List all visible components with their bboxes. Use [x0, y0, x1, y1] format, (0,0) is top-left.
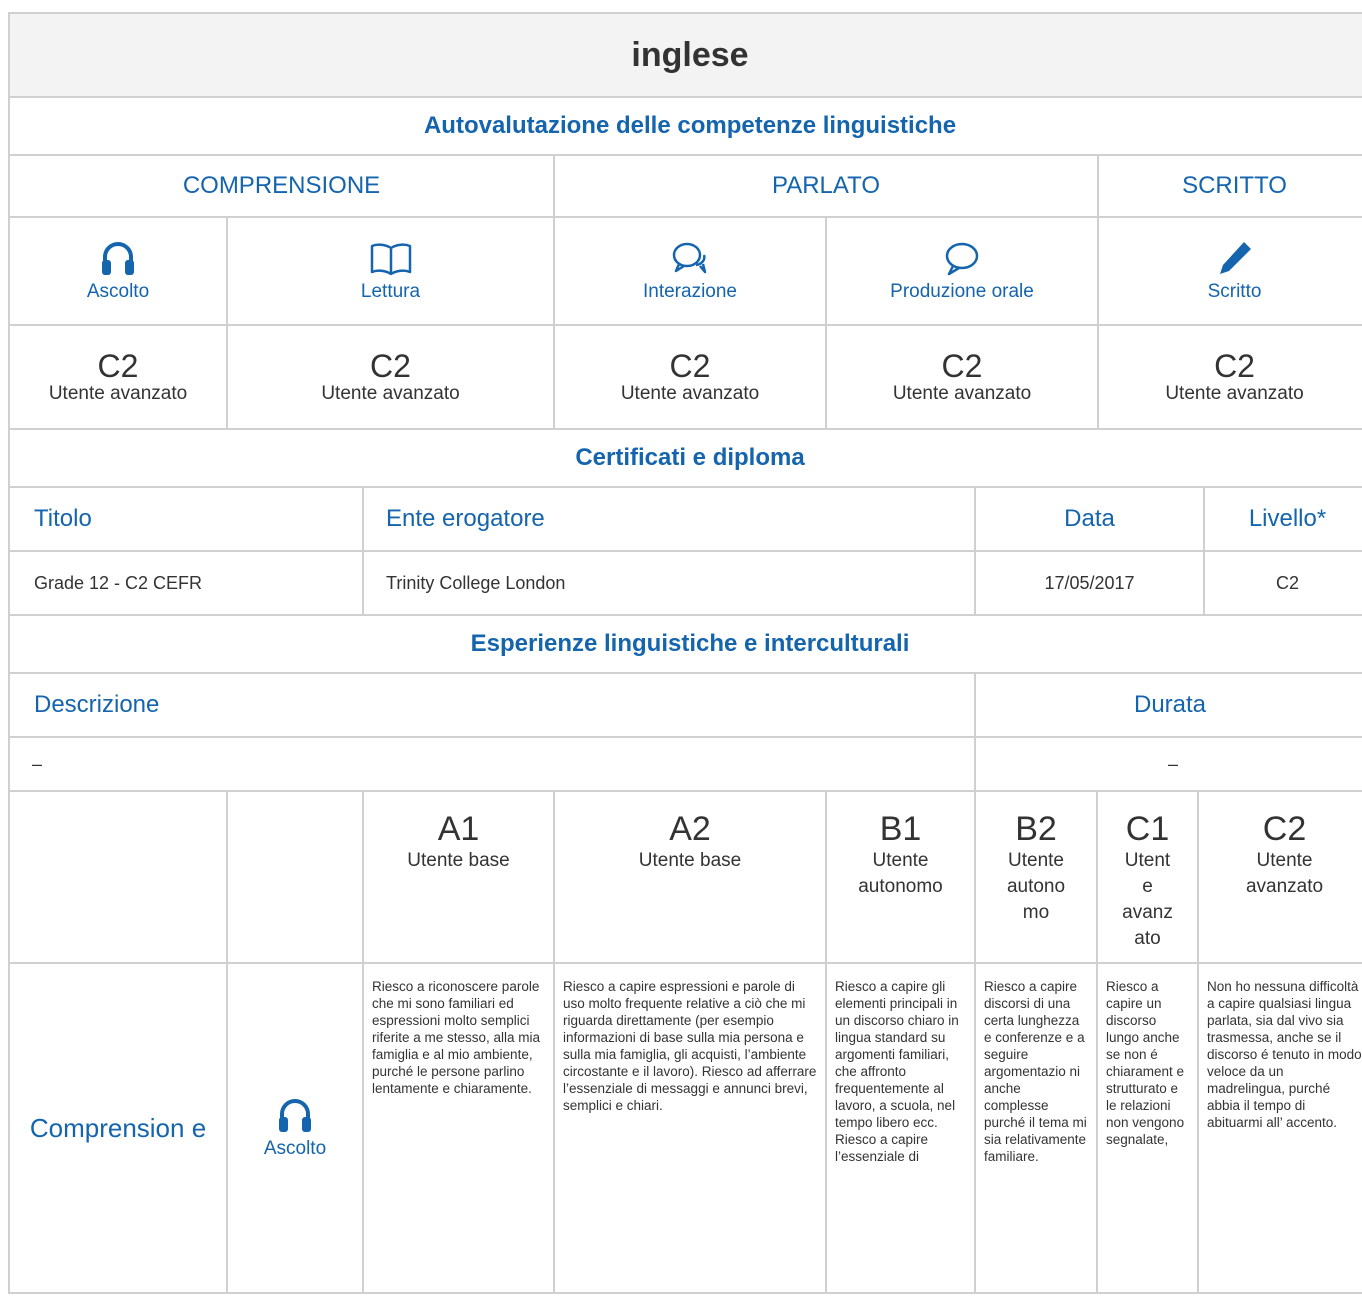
- experiences-table: Esperienze linguistiche e interculturali…: [8, 614, 1362, 792]
- cert-date: 17/05/2017: [974, 550, 1205, 616]
- certificates-table: Certificati e diploma Titolo Ente erogat…: [8, 428, 1362, 616]
- descriptor-a1: Riesco a riconoscere parole che mi sono …: [362, 962, 555, 1294]
- skill-produzione-orale: Produzione orale: [825, 216, 1099, 326]
- skill-scritto: Scritto: [1096, 216, 1362, 326]
- grid-corner-2: [226, 790, 364, 964]
- language-section: inglese Autovalutazione delle competenze…: [8, 12, 1362, 1312]
- cert-level: C2: [1202, 550, 1362, 616]
- level-ascolto: C2 Utente avanzato: [8, 324, 228, 430]
- col-titolo: Titolo: [8, 486, 364, 552]
- self-assessment-heading: Autovalutazione delle competenze linguis…: [8, 96, 1362, 156]
- skill-label: Ascolto: [86, 281, 150, 302]
- level-scritto: C2 Utente avanzato: [1096, 324, 1362, 430]
- table-row: – –: [8, 736, 1362, 792]
- table-row: Grade 12 - C2 CEFR Trinity College Londo…: [8, 550, 1362, 616]
- skill-label: Produzione orale: [890, 281, 1034, 302]
- headphones-icon: [279, 1099, 311, 1132]
- group-comprensione: COMPRENSIONE: [8, 154, 555, 218]
- grid-level-c2: C2 Utente avanzato: [1197, 790, 1362, 964]
- cefr-grid: A1 Utente base A2 Utente base B1 Utente aut…: [8, 790, 1362, 1294]
- cert-issuer: Trinity College London: [362, 550, 976, 616]
- descriptor-c1: Riesco a capire un discorso lungo anche …: [1096, 962, 1199, 1294]
- exp-description: –: [8, 736, 976, 792]
- col-data: Data: [974, 486, 1205, 552]
- grid-level-b2: B2 Utente autono mo: [974, 790, 1098, 964]
- pencil-icon: [1219, 242, 1251, 274]
- group-parlato: PARLATO: [553, 154, 1099, 218]
- level-lettura: C2 Utente avanzato: [226, 324, 555, 430]
- descriptor-c2: Non ho nessuna difficoltà a capire quals…: [1197, 962, 1362, 1294]
- level-produzione-orale: C2 Utente avanzato: [825, 324, 1099, 430]
- descriptor-b1: Riesco a capire gli elementi principali …: [825, 962, 976, 1294]
- descriptor-b2: Riesco a capire discorsi di una certa lu…: [974, 962, 1098, 1294]
- book-icon: [370, 243, 411, 276]
- skill-label: Interazione: [642, 281, 737, 302]
- skill-interazione: Interazione: [553, 216, 827, 326]
- headphones-icon: [102, 242, 134, 275]
- grid-level-b1: B1 Utente autonomo: [825, 790, 976, 964]
- cert-title: Grade 12 - C2 CEFR: [8, 550, 364, 616]
- grid-level-a1: A1 Utente base: [362, 790, 555, 964]
- skill-label: Scritto: [1207, 281, 1262, 302]
- grid-skill-ascolto: Ascolto: [226, 962, 364, 1294]
- skill-lettura: Lettura: [226, 216, 555, 326]
- language-title: inglese: [8, 12, 1362, 98]
- experiences-heading: Esperienze linguistiche e interculturali: [8, 614, 1362, 674]
- grid-category: Comprension e: [8, 962, 228, 1294]
- descriptor-a2: Riesco a capire espressioni e parole di …: [553, 962, 827, 1294]
- speech-bubble-icon: [945, 242, 979, 276]
- skill-label: Lettura: [360, 281, 421, 302]
- chat-bubbles-icon: [672, 242, 707, 274]
- certificates-heading: Certificati e diploma: [8, 428, 1362, 488]
- group-scritto: SCRITTO: [1096, 154, 1362, 218]
- grid-corner-1: [8, 790, 228, 964]
- col-descrizione: Descrizione: [8, 672, 976, 738]
- level-interazione: C2 Utente avanzato: [553, 324, 827, 430]
- grid-level-c1: C1 Utent e avanz ato: [1096, 790, 1199, 964]
- self-assessment-table: inglese Autovalutazione delle competenze…: [8, 12, 1362, 430]
- grid-level-a2: A2 Utente base: [553, 790, 827, 964]
- col-livello: Livello*: [1202, 486, 1362, 552]
- col-durata: Durata: [973, 672, 1362, 738]
- col-ente: Ente erogatore: [362, 486, 976, 552]
- skill-ascolto: Ascolto: [8, 216, 228, 326]
- exp-duration: –: [973, 736, 1362, 792]
